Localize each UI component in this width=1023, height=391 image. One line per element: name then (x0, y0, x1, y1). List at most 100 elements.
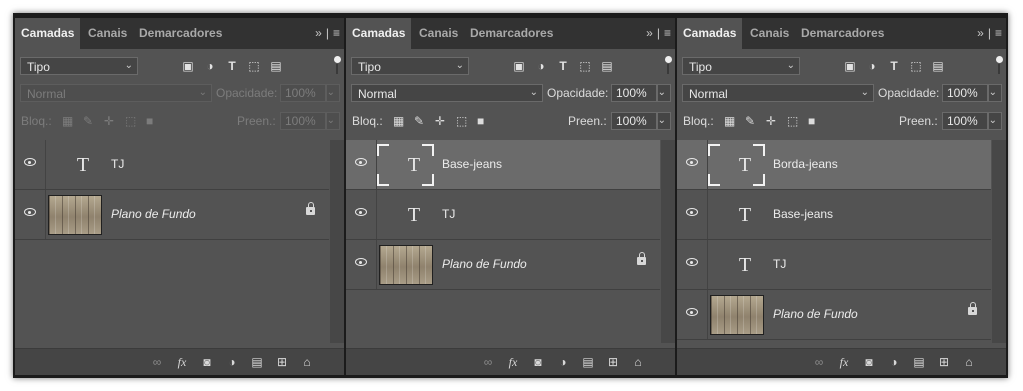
adjustment-filter-icon[interactable]: ◑ (533, 58, 549, 74)
new-layer-icon[interactable]: ⊞ (936, 354, 952, 370)
lock-artboard-icon[interactable]: ⬚ (125, 112, 136, 130)
pixel-filter-icon[interactable]: ▣ (180, 58, 196, 74)
fill-field[interactable]: 100% (942, 112, 988, 130)
lock-position-icon[interactable]: ✛ (104, 112, 114, 130)
layer-name[interactable]: Base-jeans (442, 140, 502, 189)
lock-icon[interactable] (306, 202, 315, 215)
layer-row[interactable]: Plano de Fundo (15, 190, 329, 240)
adjustment-filter-icon[interactable]: ◑ (202, 58, 218, 74)
link-icon[interactable]: ∞ (149, 354, 165, 370)
delete-icon[interactable]: ⌂ (299, 354, 315, 370)
visibility-eye-icon[interactable] (686, 158, 698, 166)
mask-icon[interactable]: ◙ (530, 354, 546, 370)
lock-all-icon[interactable]: ■ (146, 112, 153, 130)
scrollbar-track[interactable] (330, 140, 344, 343)
lock-transparent-icon[interactable]: ▦ (62, 112, 73, 130)
layer-row[interactable]: T Borda-jeans (677, 140, 991, 190)
visibility-eye-icon[interactable] (686, 308, 698, 316)
link-icon[interactable]: ∞ (811, 354, 827, 370)
type-filter-icon[interactable]: T (224, 58, 240, 74)
fill-slider-button[interactable]: ⌄ (657, 112, 671, 130)
adjustment-layer-icon[interactable]: ◑ (555, 354, 571, 370)
filter-toggle[interactable] (996, 56, 1003, 74)
tab-paths[interactable]: Demarcadores (795, 18, 890, 49)
layer-name[interactable]: TJ (442, 190, 455, 239)
new-layer-icon[interactable]: ⊞ (274, 354, 290, 370)
lock-all-icon[interactable]: ■ (808, 112, 815, 130)
lock-artboard-icon[interactable]: ⬚ (456, 112, 467, 130)
filter-kind-select[interactable]: Tipo ⌄ (682, 57, 800, 75)
filter-toggle[interactable] (334, 56, 341, 74)
fx-icon[interactable]: fx (174, 354, 190, 370)
lock-image-icon[interactable]: ✎ (83, 112, 93, 130)
lock-icon[interactable] (637, 252, 646, 265)
layer-name[interactable]: Base-jeans (773, 190, 833, 239)
new-layer-icon[interactable]: ⊞ (605, 354, 621, 370)
adjustment-layer-icon[interactable]: ◑ (886, 354, 902, 370)
group-icon[interactable]: ▤ (580, 354, 596, 370)
blend-mode-select[interactable]: Normal ⌄ (682, 84, 874, 102)
fill-slider-button[interactable]: ⌄ (988, 112, 1002, 130)
smart-object-filter-icon[interactable]: ▤ (930, 58, 946, 74)
layer-row[interactable]: Plano de Fundo (346, 240, 660, 290)
fx-icon[interactable]: fx (505, 354, 521, 370)
visibility-eye-icon[interactable] (686, 208, 698, 216)
layer-row[interactable]: T TJ (677, 240, 991, 290)
tab-layers[interactable]: Camadas (346, 18, 412, 49)
link-icon[interactable]: ∞ (480, 354, 496, 370)
filter-kind-select[interactable]: Tipo ⌄ (351, 57, 469, 75)
layer-name[interactable]: Borda-jeans (773, 140, 838, 189)
pixel-filter-icon[interactable]: ▣ (842, 58, 858, 74)
fx-icon[interactable]: fx (836, 354, 852, 370)
pixel-filter-icon[interactable]: ▣ (511, 58, 527, 74)
blend-mode-select[interactable]: Normal ⌄ (20, 84, 212, 102)
scrollbar-track[interactable] (661, 140, 675, 343)
lock-transparent-icon[interactable]: ▦ (393, 112, 404, 130)
smart-object-filter-icon[interactable]: ▤ (599, 58, 615, 74)
opacity-field[interactable]: 100% (280, 84, 326, 102)
lock-icon[interactable] (968, 302, 977, 315)
expand-icon[interactable]: » (315, 26, 322, 40)
smart-object-filter-icon[interactable]: ▤ (268, 58, 284, 74)
layer-row[interactable]: T TJ (15, 140, 329, 190)
mask-icon[interactable]: ◙ (861, 354, 877, 370)
expand-icon[interactable]: » (977, 26, 984, 40)
lock-position-icon[interactable]: ✛ (435, 112, 445, 130)
visibility-eye-icon[interactable] (355, 208, 367, 216)
layer-name[interactable]: Plano de Fundo (111, 190, 196, 239)
layer-row[interactable]: T Base-jeans (346, 140, 660, 190)
lock-image-icon[interactable]: ✎ (414, 112, 424, 130)
layer-row[interactable]: T TJ (346, 190, 660, 240)
lock-all-icon[interactable]: ■ (477, 112, 484, 130)
menu-icon[interactable]: ≡ (333, 26, 340, 40)
filter-toggle[interactable] (665, 56, 672, 74)
delete-icon[interactable]: ⌂ (961, 354, 977, 370)
type-filter-icon[interactable]: T (886, 58, 902, 74)
tab-paths[interactable]: Demarcadores (133, 18, 228, 49)
mask-icon[interactable]: ◙ (199, 354, 215, 370)
shape-filter-icon[interactable]: ⬚ (246, 58, 262, 74)
tab-paths[interactable]: Demarcadores (464, 18, 559, 49)
layer-name[interactable]: TJ (773, 240, 786, 289)
opacity-slider-button[interactable]: ⌄ (988, 84, 1002, 102)
tab-channels[interactable]: Canais (82, 18, 133, 49)
visibility-eye-icon[interactable] (24, 208, 36, 216)
visibility-eye-icon[interactable] (355, 158, 367, 166)
lock-transparent-icon[interactable]: ▦ (724, 112, 735, 130)
visibility-eye-icon[interactable] (686, 258, 698, 266)
opacity-slider-button[interactable]: ⌄ (326, 84, 340, 102)
tab-channels[interactable]: Canais (413, 18, 464, 49)
menu-icon[interactable]: ≡ (995, 26, 1002, 40)
shape-filter-icon[interactable]: ⬚ (908, 58, 924, 74)
fill-slider-button[interactable]: ⌄ (326, 112, 340, 130)
lock-artboard-icon[interactable]: ⬚ (787, 112, 798, 130)
tab-layers[interactable]: Camadas (677, 18, 743, 49)
layer-name[interactable]: TJ (111, 140, 124, 189)
fill-field[interactable]: 100% (280, 112, 326, 130)
adjustment-filter-icon[interactable]: ◑ (864, 58, 880, 74)
scrollbar-track[interactable] (992, 140, 1006, 343)
fill-field[interactable]: 100% (611, 112, 657, 130)
tab-layers[interactable]: Camadas (15, 18, 81, 49)
opacity-field[interactable]: 100% (942, 84, 988, 102)
adjustment-layer-icon[interactable]: ◑ (224, 354, 240, 370)
